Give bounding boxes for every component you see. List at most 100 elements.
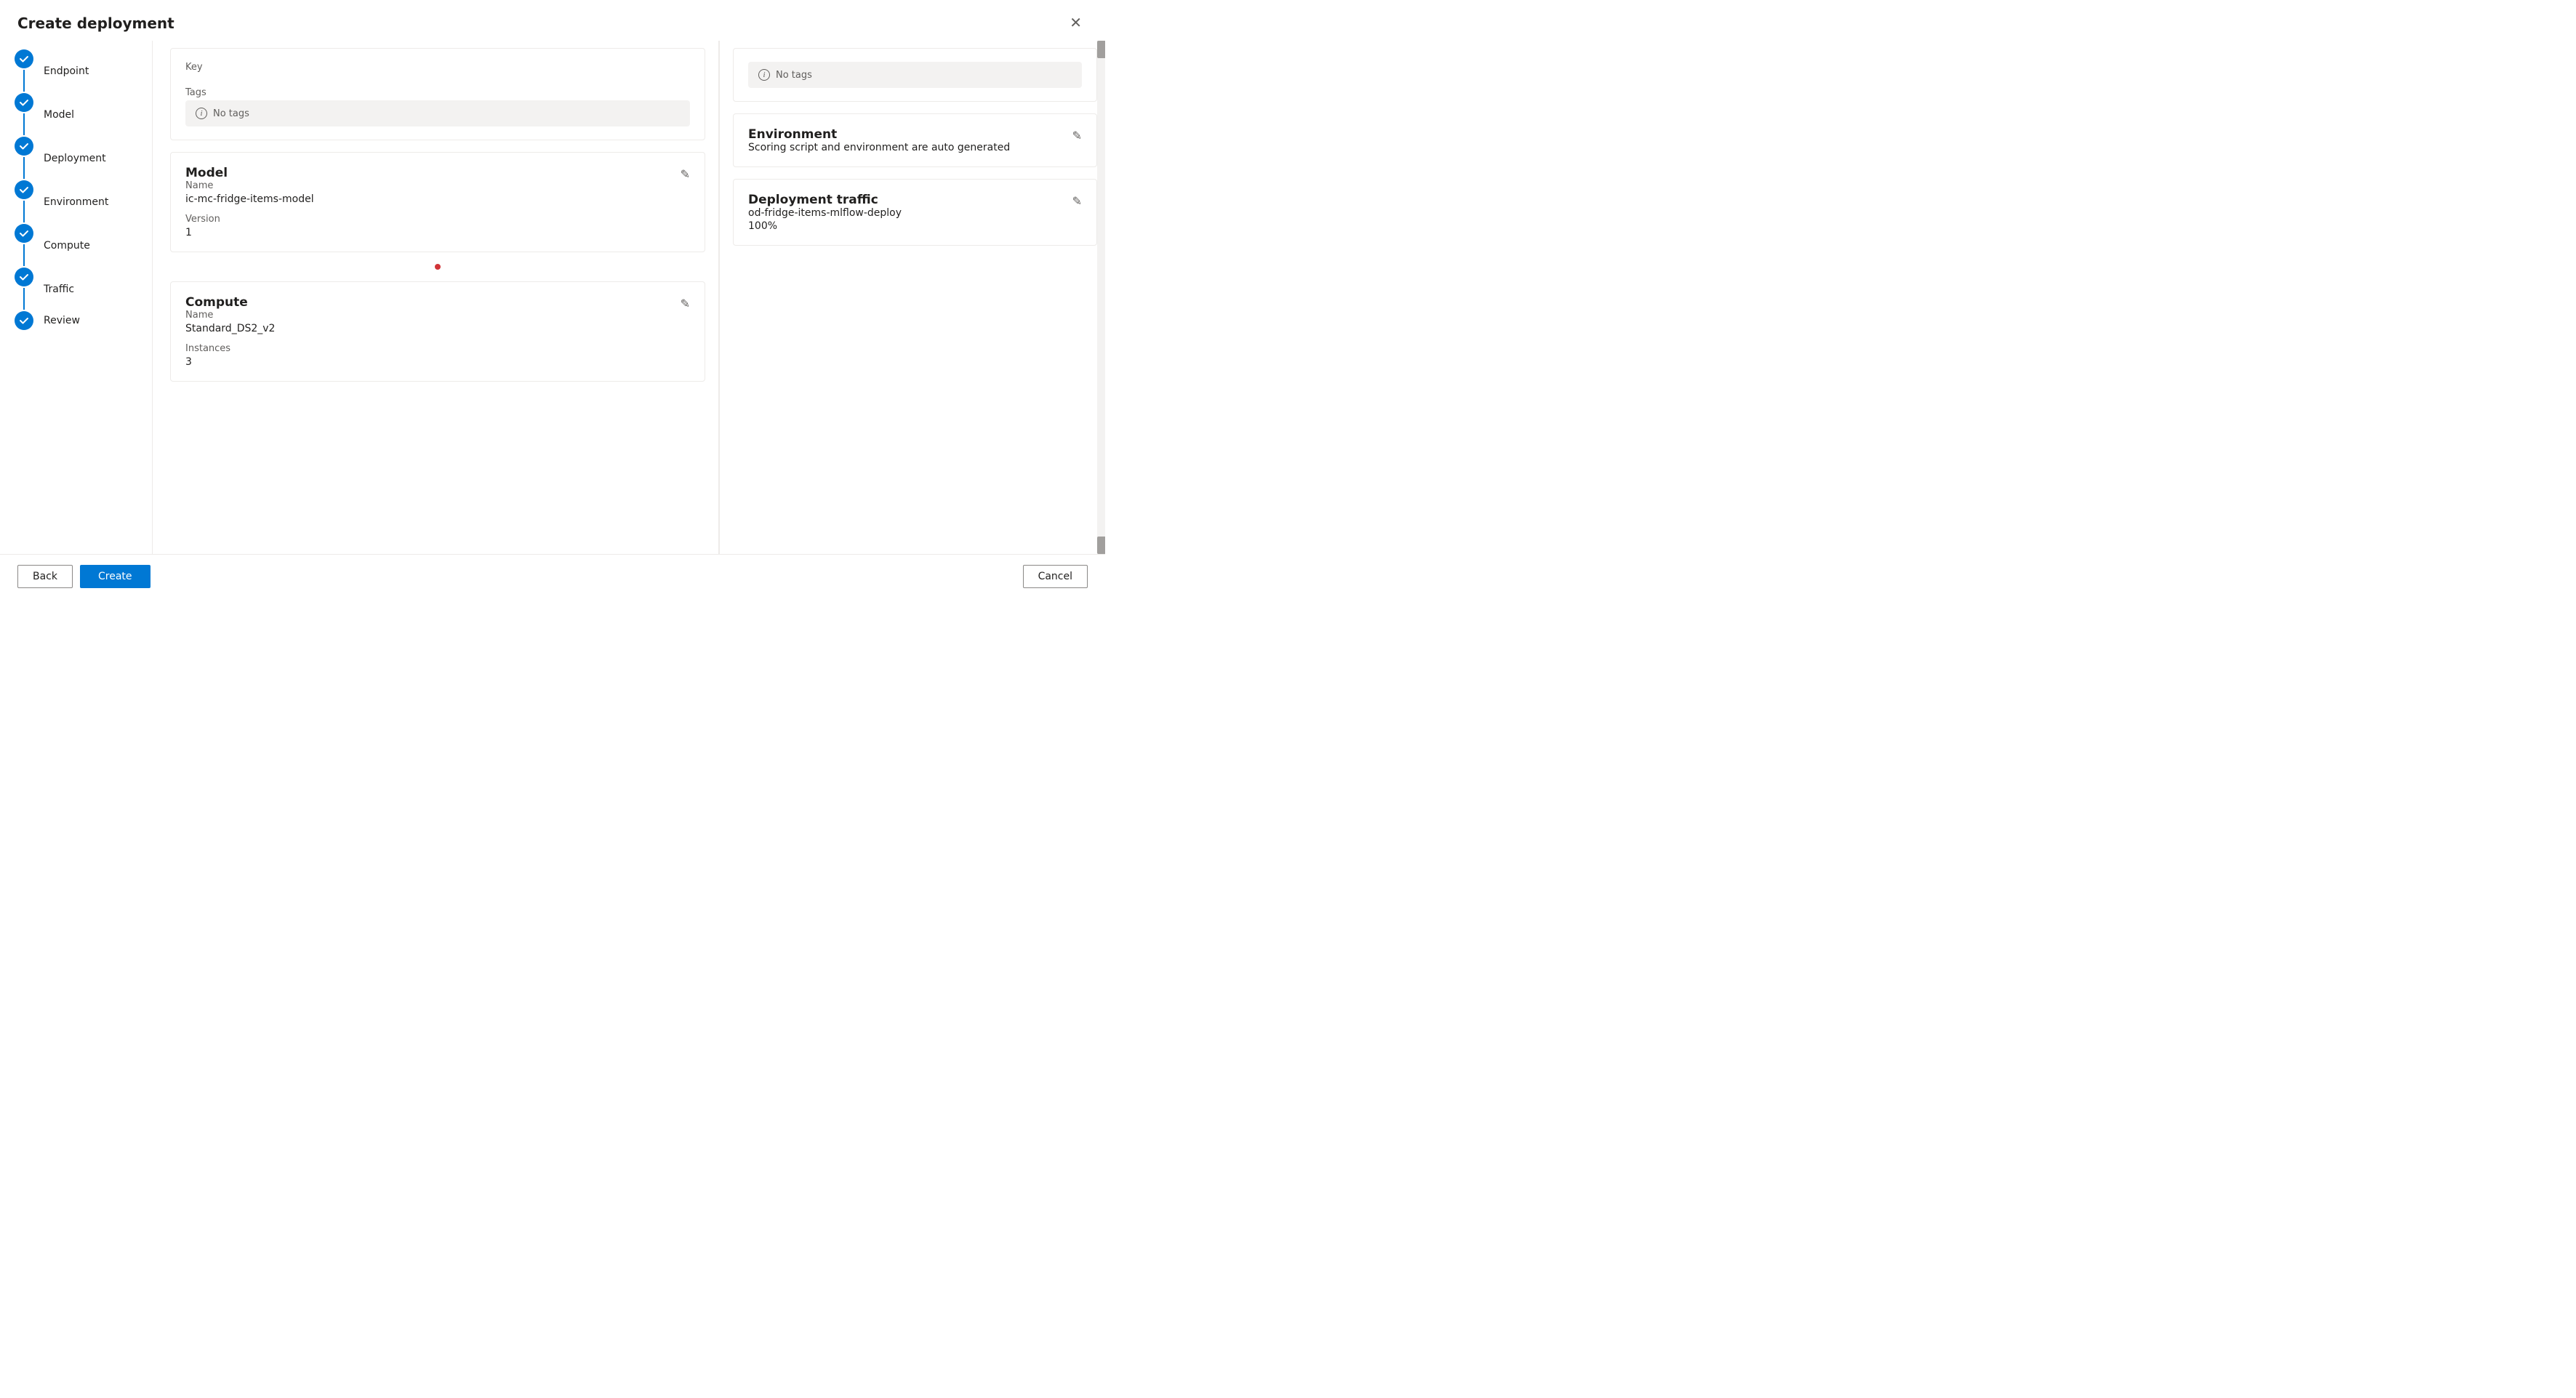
step-circle-compute: [15, 224, 33, 243]
deployment-traffic-card: Deployment traffic ✎ od-fridge-items-mlf…: [733, 179, 1097, 246]
step-label-wrap-compute: Compute: [44, 224, 90, 268]
step-row-compute: Compute: [15, 224, 152, 268]
step-circle-environment: [15, 180, 33, 199]
step-label-wrap-model: Model: [44, 93, 74, 137]
step-connector-compute: [15, 224, 33, 268]
deployment-traffic-name: od-fridge-items-mlflow-deploy: [748, 207, 1082, 219]
step-group-environment: Environment: [15, 180, 152, 224]
deployment-traffic-percent: 100%: [748, 220, 1082, 232]
cancel-button[interactable]: Cancel: [1023, 565, 1088, 588]
sidebar: Endpoint Model: [0, 41, 153, 554]
step-circle-deployment: [15, 137, 33, 156]
environment-edit-button[interactable]: ✎: [1070, 126, 1085, 146]
no-tags-text-left: No tags: [213, 108, 249, 119]
checkmark-icon-deployment: [19, 141, 29, 151]
pencil-icon-model: ✎: [681, 169, 690, 181]
step-row-review: Review: [15, 311, 152, 330]
step-group-deployment: Deployment: [15, 137, 152, 180]
sidebar-item-traffic[interactable]: Traffic: [44, 284, 74, 295]
step-group-model: Model: [15, 93, 152, 137]
compute-edit-button[interactable]: ✎: [678, 294, 693, 314]
compute-name-value: Standard_DS2_v2: [185, 323, 690, 334]
step-circle-review: [15, 311, 33, 330]
checkmark-icon-compute: [19, 228, 29, 238]
environment-card: Environment ✎ Scoring script and environ…: [733, 113, 1097, 167]
back-button[interactable]: Back: [17, 565, 73, 588]
main-content: Key Tags i No tags Model ✎ Name ic-mc-fr…: [153, 41, 1105, 554]
scrollbar-thumb-top: [1097, 41, 1105, 58]
step-line-deployment: [23, 157, 25, 179]
step-connector-environment: [15, 180, 33, 224]
tags-field-right: i No tags: [748, 62, 1082, 88]
deployment-traffic-title: Deployment traffic: [748, 193, 878, 207]
sidebar-item-compute[interactable]: Compute: [44, 240, 90, 252]
dialog-footer: Back Create Cancel: [0, 554, 1105, 598]
dialog-body: Endpoint Model: [0, 41, 1105, 554]
model-edit-button[interactable]: ✎: [678, 164, 693, 185]
step-line-traffic: [23, 288, 25, 310]
step-group-endpoint: Endpoint: [15, 49, 152, 93]
step-circle-endpoint: [15, 49, 33, 68]
dialog-header: Create deployment ✕: [0, 0, 1105, 41]
tags-label: Tags: [185, 87, 690, 98]
step-line-compute: [23, 244, 25, 266]
info-icon-tags-left: i: [196, 108, 207, 119]
left-panel: Key Tags i No tags Model ✎ Name ic-mc-fr…: [153, 41, 718, 554]
environment-description: Scoring script and environment are auto …: [748, 142, 1082, 153]
close-icon: ✕: [1070, 15, 1082, 31]
right-panel-wrapper: i No tags Environment ✎ Scoring script a…: [718, 41, 1105, 554]
step-connector-deployment: [15, 137, 33, 180]
no-tags-text-right: No tags: [776, 70, 812, 81]
pencil-icon-traffic: ✎: [1072, 196, 1082, 208]
create-deployment-dialog: Create deployment ✕: [0, 0, 1105, 598]
dialog-title: Create deployment: [17, 15, 174, 32]
checkmark-icon-model: [19, 97, 29, 108]
model-card-title: Model: [185, 166, 228, 180]
step-connector-model: [15, 93, 33, 137]
compute-card: Compute ✎ Name Standard_DS2_v2 Instances…: [170, 281, 705, 382]
sidebar-item-model[interactable]: Model: [44, 109, 74, 121]
tags-card-right: i No tags: [733, 48, 1097, 102]
key-section: Key: [185, 62, 690, 87]
sidebar-item-review[interactable]: Review: [44, 315, 80, 326]
checkmark-icon-endpoint: [19, 54, 29, 64]
tags-field-left: i No tags: [185, 100, 690, 126]
compute-name-label: Name: [185, 310, 690, 321]
model-name-label: Name: [185, 180, 690, 191]
sidebar-item-deployment[interactable]: Deployment: [44, 153, 106, 164]
step-group-traffic: Traffic: [15, 268, 152, 311]
step-row-model: Model: [15, 93, 152, 137]
model-name-value: ic-mc-fridge-items-model: [185, 193, 690, 205]
step-row-traffic: Traffic: [15, 268, 152, 311]
model-version-label: Version: [185, 214, 690, 225]
step-line-environment: [23, 201, 25, 222]
sidebar-item-environment[interactable]: Environment: [44, 196, 108, 208]
pencil-icon-environment: ✎: [1072, 130, 1082, 142]
step-label-wrap-deployment: Deployment: [44, 137, 106, 180]
environment-card-title: Environment: [748, 127, 837, 142]
checkmark-icon-traffic: [19, 272, 29, 282]
info-icon-tags-right: i: [758, 69, 770, 81]
deployment-traffic-edit-button[interactable]: ✎: [1070, 191, 1085, 212]
step-connector-traffic: [15, 268, 33, 311]
key-tags-card: Key Tags i No tags: [170, 48, 705, 140]
step-connector-review: [15, 311, 33, 330]
sidebar-item-endpoint[interactable]: Endpoint: [44, 65, 89, 77]
compute-card-title: Compute: [185, 295, 248, 310]
red-dot-separator: [170, 264, 705, 270]
create-button[interactable]: Create: [80, 565, 151, 588]
step-connector-endpoint: [15, 49, 33, 93]
step-circle-traffic: [15, 268, 33, 286]
step-circle-model: [15, 93, 33, 112]
step-group-compute: Compute: [15, 224, 152, 268]
scrollbar[interactable]: [1097, 41, 1105, 554]
step-line-endpoint: [23, 70, 25, 92]
step-label-wrap-review: Review: [44, 311, 80, 330]
key-label: Key: [185, 62, 690, 73]
step-line-model: [23, 113, 25, 135]
step-row-endpoint: Endpoint: [15, 49, 152, 93]
close-button[interactable]: ✕: [1064, 13, 1088, 33]
compute-instances-label: Instances: [185, 343, 690, 354]
scrollbar-thumb-bottom: [1097, 537, 1105, 554]
step-group-review: Review: [15, 311, 152, 330]
